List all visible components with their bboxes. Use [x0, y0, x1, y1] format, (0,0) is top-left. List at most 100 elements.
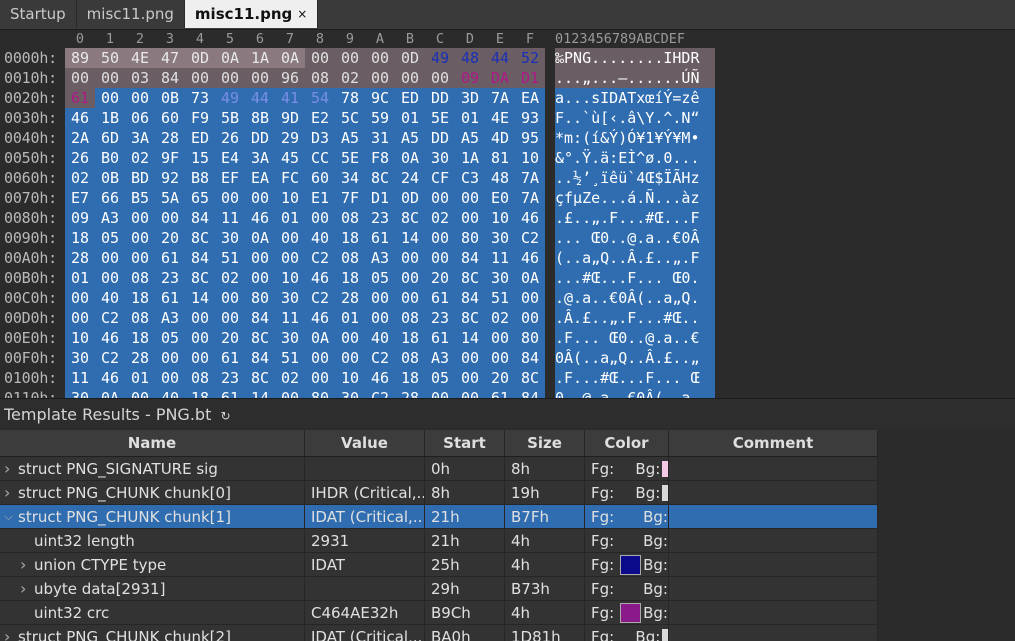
hex-byte[interactable]: 8B: [245, 108, 275, 128]
ascii-row[interactable]: 0Â(..a„Q..Â.£..„: [555, 348, 715, 368]
chevron-right-icon[interactable]: ›: [4, 459, 18, 478]
hex-byte[interactable]: 08: [395, 308, 425, 328]
column-header-start[interactable]: Start: [425, 430, 505, 456]
hex-byte[interactable]: 0D: [185, 48, 215, 68]
hex-byte[interactable]: 30: [485, 268, 515, 288]
hex-byte[interactable]: 00: [455, 348, 485, 368]
hex-byte[interactable]: 00: [215, 288, 245, 308]
hex-byte[interactable]: 09: [65, 208, 95, 228]
hex-byte[interactable]: 84: [185, 248, 215, 268]
hex-byte[interactable]: 3D: [455, 88, 485, 108]
hex-byte[interactable]: 8C: [245, 328, 275, 348]
hex-byte[interactable]: 51: [215, 248, 245, 268]
hex-byte[interactable]: 18: [125, 328, 155, 348]
hex-byte[interactable]: 20: [425, 268, 455, 288]
hex-byte[interactable]: 10: [65, 328, 95, 348]
hex-byte[interactable]: DD: [425, 88, 455, 108]
hex-byte[interactable]: 00: [125, 228, 155, 248]
hex-byte[interactable]: C2: [365, 348, 395, 368]
hex-byte[interactable]: D1: [515, 68, 545, 88]
hex-byte[interactable]: 61: [65, 88, 95, 108]
hex-byte[interactable]: 08: [125, 268, 155, 288]
hex-byte[interactable]: 40: [155, 388, 185, 398]
tab-1[interactable]: misc11.png: [77, 0, 185, 28]
bg-color-swatch[interactable]: [662, 460, 668, 477]
hex-byte[interactable]: 00: [155, 208, 185, 228]
hex-byte[interactable]: 20: [155, 228, 185, 248]
table-row[interactable]: › union CTYPE type IDAT 25h 4h Fg: Bg:: [0, 553, 878, 577]
hex-byte[interactable]: 1A: [245, 48, 275, 68]
refresh-icon[interactable]: ↻: [220, 409, 230, 423]
ascii-row[interactable]: ...„...–......ÚÑ: [555, 68, 715, 88]
hex-byte[interactable]: 00: [185, 68, 215, 88]
hex-byte[interactable]: 30: [65, 388, 95, 398]
hex-byte[interactable]: 73: [185, 88, 215, 108]
hex-byte[interactable]: B0: [95, 148, 125, 168]
hex-byte[interactable]: 02: [125, 148, 155, 168]
hex-byte[interactable]: 00: [515, 288, 545, 308]
hex-byte[interactable]: 08: [335, 208, 365, 228]
hex-byte[interactable]: 8C: [455, 268, 485, 288]
bg-color-swatch[interactable]: [662, 484, 668, 501]
hex-byte[interactable]: 26: [215, 128, 245, 148]
hex-byte[interactable]: 00: [365, 308, 395, 328]
hex-byte[interactable]: 00: [215, 308, 245, 328]
hex-byte[interactable]: 00: [95, 68, 125, 88]
hex-byte[interactable]: 00: [425, 228, 455, 248]
hex-byte[interactable]: 40: [95, 288, 125, 308]
hex-byte[interactable]: 0A: [305, 328, 335, 348]
hex-byte[interactable]: 4E: [125, 48, 155, 68]
hex-byte[interactable]: 14: [185, 288, 215, 308]
hex-byte[interactable]: D3: [305, 128, 335, 148]
hex-byte[interactable]: 00: [275, 388, 305, 398]
hex-byte[interactable]: 44: [245, 88, 275, 108]
hex-byte[interactable]: 00: [425, 388, 455, 398]
hex-byte[interactable]: 8C: [455, 308, 485, 328]
hex-byte[interactable]: 01: [275, 208, 305, 228]
hex-byte[interactable]: 05: [95, 228, 125, 248]
table-row[interactable]: › struct PNG_CHUNK chunk[2] IDAT (Critical…: [0, 625, 878, 641]
hex-byte[interactable]: 9C: [365, 88, 395, 108]
hex-byte[interactable]: D1: [365, 188, 395, 208]
hex-byte[interactable]: 00: [395, 288, 425, 308]
column-header-size[interactable]: Size: [505, 430, 585, 456]
hex-byte[interactable]: 00: [455, 188, 485, 208]
hex-byte[interactable]: C3: [455, 168, 485, 188]
table-row[interactable]: ⌵ struct PNG_CHUNK chunk[1] IDAT (Critical…: [0, 505, 878, 529]
hex-byte[interactable]: 20: [485, 368, 515, 388]
hex-byte[interactable]: 5E: [335, 148, 365, 168]
hex-byte[interactable]: 5C: [335, 108, 365, 128]
hex-byte[interactable]: 44: [485, 48, 515, 68]
hex-byte[interactable]: 00: [335, 328, 365, 348]
hex-byte[interactable]: 93: [515, 108, 545, 128]
hex-byte[interactable]: 8C: [245, 368, 275, 388]
hex-byte[interactable]: ED: [185, 128, 215, 148]
hex-byte[interactable]: 0A: [275, 48, 305, 68]
hex-byte[interactable]: 48: [455, 48, 485, 68]
hex-byte[interactable]: 00: [185, 328, 215, 348]
ascii-row[interactable]: (..a„Q..Â.£..„.F: [555, 248, 715, 268]
hex-byte[interactable]: DA: [485, 68, 515, 88]
ascii-row[interactable]: ‰PNG........IHDR: [555, 48, 715, 68]
hex-byte[interactable]: 28: [335, 288, 365, 308]
hex-byte[interactable]: 28: [65, 248, 95, 268]
hex-byte[interactable]: 03: [125, 68, 155, 88]
hex-byte[interactable]: 02: [215, 268, 245, 288]
hex-byte[interactable]: 00: [335, 48, 365, 68]
hex-byte[interactable]: 30: [425, 148, 455, 168]
hex-byte[interactable]: 00: [125, 248, 155, 268]
ascii-row[interactable]: ...#Œ...F... Œ0.: [555, 268, 715, 288]
hex-byte[interactable]: 30: [485, 228, 515, 248]
hex-byte[interactable]: 61: [485, 388, 515, 398]
hex-byte[interactable]: EA: [515, 88, 545, 108]
hex-byte[interactable]: A3: [95, 208, 125, 228]
chevron-down-icon[interactable]: ⌵: [4, 509, 18, 524]
hex-byte[interactable]: 51: [275, 348, 305, 368]
hex-byte[interactable]: C2: [95, 348, 125, 368]
hex-byte[interactable]: 46: [305, 308, 335, 328]
hex-byte[interactable]: BD: [125, 168, 155, 188]
hex-byte[interactable]: 00: [455, 368, 485, 388]
hex-byte[interactable]: 46: [95, 328, 125, 348]
hex-byte[interactable]: 00: [515, 308, 545, 328]
hex-byte[interactable]: 00: [365, 48, 395, 68]
